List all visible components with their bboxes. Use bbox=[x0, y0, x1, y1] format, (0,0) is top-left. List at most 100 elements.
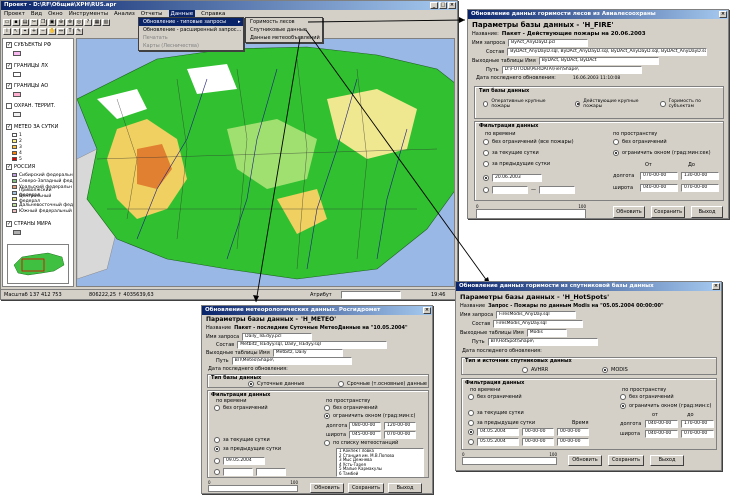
fire-space-radio-1[interactable] bbox=[613, 150, 619, 156]
sat-to-label: до bbox=[687, 412, 694, 418]
fire-lat-to[interactable]: 070-00-00 bbox=[681, 184, 719, 192]
sat-time-radio-1[interactable] bbox=[468, 410, 474, 416]
meteo-type-radio-1[interactable] bbox=[338, 381, 344, 387]
sat-lon-from[interactable]: 040-00-00 bbox=[645, 420, 678, 428]
meteo-time-radio-date[interactable] bbox=[214, 458, 220, 464]
meteo-type-radio-0[interactable] bbox=[248, 381, 254, 387]
meteo-out-field[interactable]: Metbitz, Daily bbox=[272, 349, 343, 357]
sat-time-label-1: за текущие сутки bbox=[477, 410, 524, 416]
close-icon[interactable]: × bbox=[423, 307, 431, 314]
sat-time-label-2: за предыдущие сутки bbox=[477, 420, 536, 426]
meteo-space-label-0: без ограничений bbox=[333, 405, 378, 411]
meteo-date-field[interactable]: 09.05.2004 bbox=[223, 457, 265, 465]
sat-type-label-0: AVHRR bbox=[531, 367, 549, 373]
meteo-range-to[interactable] bbox=[256, 468, 286, 476]
sat-compose-field[interactable]: FiresModis_AnyDay.sql bbox=[493, 320, 584, 328]
close-icon[interactable]: × bbox=[719, 11, 727, 18]
sat-time-to-2[interactable]: 00-00-00 bbox=[557, 438, 589, 446]
fire-type-label-0: Оперативные крупные пожары bbox=[491, 99, 546, 109]
meteo-path-field[interactable]: ВЛ\Meteo\Shape\ bbox=[231, 357, 352, 365]
fire-space-radio-0[interactable] bbox=[613, 139, 619, 145]
sat-date-label: Дата последнего обновления: bbox=[462, 348, 542, 354]
fire-out-field[interactable]: ByDAct, ByDAct, ByDAct bbox=[538, 57, 659, 65]
sat-lat-from[interactable]: 040-00-00 bbox=[645, 430, 678, 438]
sat-update-button[interactable]: Обновить bbox=[568, 455, 602, 466]
sat-lon-to[interactable]: 170-00-00 bbox=[681, 420, 714, 428]
meteo-range-from[interactable] bbox=[223, 468, 253, 476]
fire-date-field[interactable]: 20.06.2003 bbox=[492, 174, 542, 182]
sat-time-radio-range[interactable] bbox=[468, 429, 474, 435]
meteo-space-radio-1[interactable] bbox=[324, 413, 330, 419]
fire-lat-from[interactable]: 040-00-00 bbox=[640, 184, 678, 192]
sat-by-time: по времени bbox=[470, 387, 501, 393]
sat-exit-button[interactable]: Выход bbox=[650, 455, 684, 466]
fire-type-radio-0[interactable] bbox=[483, 101, 489, 107]
sat-type-radio-1[interactable] bbox=[602, 367, 608, 373]
fire-time-radio-1[interactable] bbox=[483, 150, 489, 156]
fire-query-field[interactable]: ByAct_AnyDayD.pcl bbox=[508, 39, 589, 47]
fire-lon-to[interactable]: 130-00-00 bbox=[681, 172, 719, 180]
list-item[interactable]: 6 Тамбей bbox=[339, 471, 423, 476]
fire-time-radio-date[interactable] bbox=[483, 175, 489, 181]
sat-time-to[interactable]: 00-00-00 bbox=[522, 438, 554, 446]
sat-date-to[interactable]: 05.05.2004 bbox=[477, 438, 519, 446]
sat-out-field[interactable]: Modis bbox=[526, 329, 567, 337]
meteo-time-radio-2[interactable] bbox=[214, 446, 220, 452]
sat-space-label-0: без ограничений bbox=[629, 394, 674, 400]
meteo-stations-list[interactable]: 1 Кокпек Гловка 2 Станция им. М.В.Попова… bbox=[336, 448, 424, 477]
meteo-lat-from[interactable]: 045-00-00 bbox=[349, 431, 381, 439]
fire-date-label: Дата последнего обновления: bbox=[476, 75, 556, 81]
meteo-update-button[interactable]: Обновить bbox=[310, 483, 344, 493]
sat-params-value: 'Н_HotSpots' bbox=[562, 293, 610, 301]
meteo-time-radio-0[interactable] bbox=[214, 405, 220, 411]
meteo-query-field[interactable]: Daily_TsEdyy.pcl bbox=[242, 333, 313, 341]
meteo-stations-radio[interactable] bbox=[324, 440, 330, 446]
sat-type-title: Тип и источник спутниковых данных bbox=[465, 358, 572, 364]
meteo-compose-label: Состав bbox=[216, 342, 235, 348]
meteo-time-radio-range[interactable] bbox=[214, 469, 220, 475]
fire-type-radio-2[interactable] bbox=[660, 101, 666, 107]
meteo-lon-to[interactable]: 120-00-00 bbox=[384, 422, 416, 430]
sat-time-from[interactable]: 00-00-00 bbox=[522, 428, 554, 436]
fire-time-radio-range[interactable] bbox=[483, 187, 489, 193]
sat-space-radio-1[interactable] bbox=[620, 403, 626, 409]
sat-query-field[interactable]: FiresModis_AnyDay.sql bbox=[496, 311, 577, 319]
fire-exit-button[interactable]: Выход bbox=[691, 206, 723, 218]
sat-time-radio-2[interactable] bbox=[468, 420, 474, 426]
fire-path-field[interactable]: D:\FOTODB\PERDATA\Fier\Shape\ bbox=[501, 66, 642, 74]
fire-type-label-2: Горимость по субъектам bbox=[668, 99, 701, 109]
sat-type-radio-0[interactable] bbox=[522, 367, 528, 373]
fire-lon-from[interactable]: 070-00-00 bbox=[640, 172, 678, 180]
meteo-lat-to[interactable]: 070-00-00 bbox=[384, 431, 416, 439]
meteo-time-label-0: без ограничений bbox=[223, 405, 268, 411]
fire-name-label: Название: bbox=[472, 31, 499, 37]
fire-range-to[interactable] bbox=[539, 186, 575, 194]
sat-lat-to[interactable]: 070-00-00 bbox=[681, 430, 714, 438]
sat-save-button[interactable]: Сохранить bbox=[608, 455, 644, 466]
fire-lon-label: долгота bbox=[613, 173, 635, 179]
sat-time-radio-0[interactable] bbox=[468, 394, 474, 400]
sat-space-radio-0[interactable] bbox=[620, 394, 626, 400]
sat-time-from-2[interactable]: 00-00-00 bbox=[557, 428, 589, 436]
fire-update-button[interactable]: Обновить bbox=[613, 206, 645, 218]
fire-type-radio-1[interactable] bbox=[575, 101, 581, 107]
fire-time-radio-2[interactable] bbox=[483, 161, 489, 167]
fire-compose-field[interactable]: ByDAct_AnyDayD.sql, ByDAct_AnyDayD.sql, … bbox=[507, 48, 708, 56]
meteo-compose-field[interactable]: Metbitz_TsEdyy.sql, Daily_TsEdyy.sql bbox=[237, 341, 388, 349]
fire-save-button[interactable]: Сохранить bbox=[651, 206, 685, 218]
meteo-progress-min: 0 bbox=[208, 480, 211, 485]
fire-params-value: 'Н_FIRE' bbox=[582, 21, 614, 29]
sat-name-value: Запрос - Пожары по данным Modis на "05.0… bbox=[488, 303, 664, 309]
meteo-filter-group: Фильтрация данных по времени без огранич… bbox=[207, 390, 429, 478]
meteo-time-radio-1[interactable] bbox=[214, 437, 220, 443]
fire-time-radio-0[interactable] bbox=[483, 139, 489, 145]
fire-range-from[interactable] bbox=[492, 186, 528, 194]
sat-path-field[interactable]: ВЛ\HotSpot\Shape\ bbox=[487, 338, 598, 346]
meteo-space-radio-0[interactable] bbox=[324, 405, 330, 411]
sat-time-radio-range-2[interactable] bbox=[468, 439, 474, 445]
sat-date-from[interactable]: 04.05.2004 bbox=[477, 428, 519, 436]
meteo-exit-button[interactable]: Выход bbox=[388, 483, 422, 493]
meteo-lon-from[interactable]: 080-00-00 bbox=[349, 422, 381, 430]
close-icon[interactable]: × bbox=[712, 283, 720, 290]
meteo-save-button[interactable]: Сохранить bbox=[348, 483, 384, 493]
